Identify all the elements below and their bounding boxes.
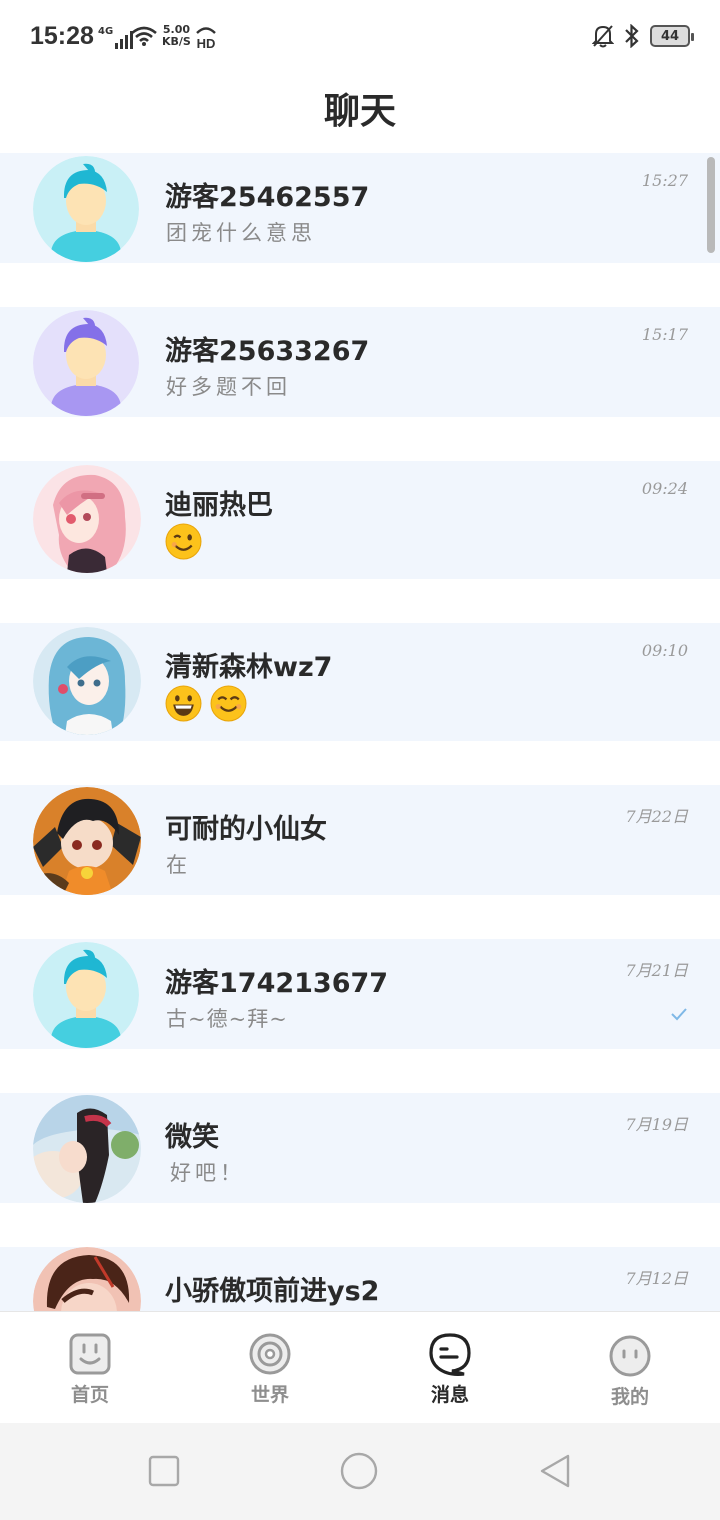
chat-row[interactable]: 游客25633267 好多题不回 15:17: [0, 307, 720, 417]
status-bar: 15:28 4G 5.00 KB/S HD 44: [0, 0, 720, 72]
chat-list[interactable]: 游客25462557 团宠什么意思 15:27 游客25633267 好多题不回…: [0, 153, 720, 1311]
chat-time: 7月19日: [625, 1115, 688, 1134]
chat-preview: 好多题不回: [166, 375, 291, 399]
cellular-signal-icon: 4G: [98, 25, 134, 49]
chat-row[interactable]: 游客174213677 古~德~拜~ 7月21日: [0, 939, 720, 1049]
default-boy-teal-avatar[interactable]: [33, 942, 139, 1048]
chat-time: 15:17: [641, 325, 688, 344]
chat-name: 迪丽热巴: [165, 490, 273, 521]
pink-hair-girl-avatar[interactable]: [33, 465, 141, 573]
chat-row[interactable]: 微笑 好吧！ 7月19日: [0, 1093, 720, 1203]
network-speed: 5.00 KB/S: [162, 23, 191, 48]
chat-time: 09:24: [641, 479, 688, 498]
home-face-icon: [69, 1333, 111, 1375]
tab-world-label: 世界: [250, 1384, 289, 1406]
chat-time: 7月22日: [625, 807, 688, 826]
default-boy-purple-avatar[interactable]: [33, 310, 139, 416]
chat-time: 7月12日: [625, 1269, 688, 1288]
tab-home-label: 首页: [70, 1384, 109, 1406]
tab-world[interactable]: 世界: [180, 1312, 360, 1424]
chat-preview-emojis: [165, 685, 250, 722]
chat-row[interactable]: 可耐的小仙女 在 7月22日: [0, 785, 720, 895]
anime-boy-orange-avatar[interactable]: [33, 787, 141, 895]
tab-messages[interactable]: 消息: [360, 1312, 540, 1424]
wink-emoji: [165, 523, 202, 560]
back-triangle-icon[interactable]: [538, 1453, 572, 1489]
chat-preview: 在: [166, 853, 191, 877]
recent-apps-icon[interactable]: [148, 1455, 180, 1487]
bluetooth-icon: [625, 24, 639, 48]
chat-row[interactable]: 游客25462557 团宠什么意思 15:27: [0, 153, 720, 263]
grin-emoji: [165, 685, 202, 722]
chat-time: 15:27: [641, 171, 688, 190]
girl-photo-avatar[interactable]: [33, 1095, 141, 1203]
chat-preview: 好吧！: [170, 1161, 245, 1185]
smile-emoji: [210, 685, 247, 722]
check-icon: [671, 1008, 687, 1021]
chat-preview: 古~德~拜~: [166, 1007, 288, 1031]
scrollbar[interactable]: [707, 157, 715, 253]
chat-time: 7月21日: [625, 961, 688, 980]
home-circle-icon[interactable]: [340, 1452, 378, 1490]
chat-preview: 团宠什么意思: [166, 221, 316, 245]
wifi-icon: [131, 26, 157, 46]
chat-row[interactable]: 小骄傲项前进ys2 7月12日: [0, 1247, 720, 1311]
chat-name: 游客25633267: [165, 336, 370, 367]
tab-home[interactable]: 首页: [0, 1312, 180, 1424]
network-type: 4G: [98, 26, 114, 37]
anime-man-avatar[interactable]: [33, 1247, 141, 1311]
chat-time: 09:10: [641, 641, 688, 660]
chat-row[interactable]: 清新森林wz7 09:10: [0, 623, 720, 741]
profile-face-icon: [609, 1335, 651, 1377]
chat-preview-emojis: [165, 523, 205, 560]
status-time: 15:28: [30, 22, 94, 50]
chat-name: 游客174213677: [165, 968, 389, 999]
mute-bell-icon: [592, 25, 614, 48]
tab-messages-label: 消息: [430, 1384, 469, 1406]
system-nav-bar: [0, 1423, 720, 1520]
tab-profile-label: 我的: [610, 1386, 649, 1408]
status-right: 44: [592, 24, 694, 48]
default-boy-teal-avatar[interactable]: [33, 156, 139, 262]
chat-name: 微笑: [165, 1122, 219, 1153]
blue-hair-girl-avatar[interactable]: [33, 627, 141, 735]
message-bubble-icon: [429, 1333, 471, 1376]
page-title: 聊天: [323, 91, 396, 132]
world-ring-icon: [249, 1333, 291, 1375]
chat-name: 清新森林wz7: [165, 652, 333, 683]
chat-name: 可耐的小仙女: [165, 814, 327, 845]
chat-name: 小骄傲项前进ys2: [165, 1276, 380, 1307]
hd-voice-icon: HD: [196, 27, 216, 50]
svg-text:HD: HD: [197, 36, 216, 50]
chat-name: 游客25462557: [165, 182, 370, 213]
battery-indicator: 44: [650, 25, 694, 47]
bottom-nav: 首页 世界 消息 我的: [0, 1311, 720, 1423]
chat-row[interactable]: 迪丽热巴 09:24: [0, 461, 720, 579]
tab-profile[interactable]: 我的: [540, 1312, 720, 1424]
